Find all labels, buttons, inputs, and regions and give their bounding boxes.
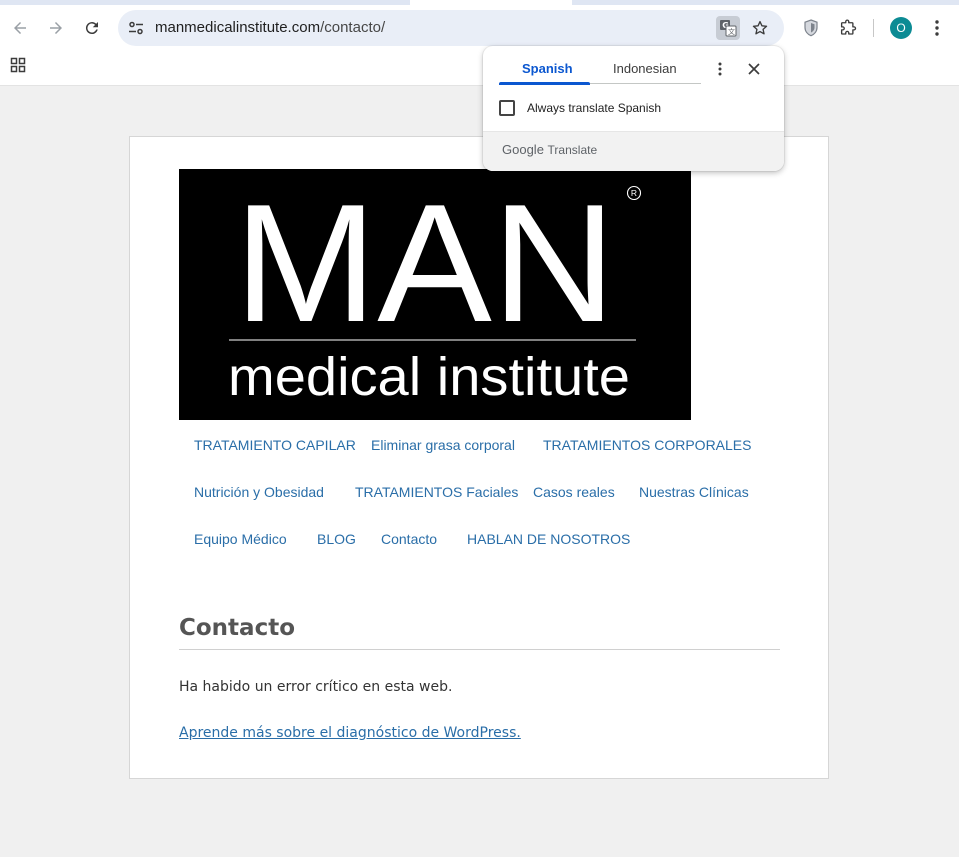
- brand-translate: Translate: [547, 143, 598, 157]
- tab-strip-edge: [0, 0, 410, 5]
- puzzle-icon: [840, 19, 857, 35]
- logo-brand-text: MAN: [234, 169, 616, 357]
- back-button[interactable]: [5, 13, 35, 43]
- address-bar[interactable]: manmedicalinstitute.com/contacto/ G 文: [118, 10, 784, 46]
- reload-button[interactable]: [77, 13, 107, 43]
- arrow-right-icon: [50, 22, 62, 34]
- forward-button[interactable]: [41, 13, 71, 43]
- translate-page-button[interactable]: G 文: [716, 16, 740, 40]
- extensions-button[interactable]: [836, 16, 860, 40]
- vertical-dots-icon: [718, 62, 722, 76]
- registered-letter: R: [631, 188, 637, 198]
- error-message: Ha habido un error crítico en esta web.: [179, 679, 453, 695]
- site-info-button[interactable]: [126, 18, 146, 38]
- arrow-left-icon: [14, 22, 26, 34]
- page-title: Contacto: [179, 615, 295, 641]
- translate-close-button[interactable]: [744, 59, 764, 79]
- translate-icon: G 文: [720, 20, 737, 37]
- url-text[interactable]: manmedicalinstitute.com/contacto/: [155, 19, 385, 36]
- menu-item-contacto[interactable]: Contacto: [381, 531, 437, 547]
- reload-icon: [85, 22, 98, 35]
- site-logo[interactable]: MAN R medical institute: [179, 169, 691, 420]
- menu-item-eliminar-grasa[interactable]: Eliminar grasa corporal: [371, 437, 515, 453]
- tab-indonesian[interactable]: Indonesian: [613, 61, 677, 76]
- menu-item-nuestras-clinicas[interactable]: Nuestras Clínicas: [639, 484, 749, 500]
- grid-icon: [10, 57, 26, 73]
- toolbar: manmedicalinstitute.com/contacto/ G 文 O: [0, 10, 959, 46]
- url-path: /contacto/: [320, 19, 386, 36]
- title-divider: [179, 649, 780, 650]
- page-card: MAN R medical institute TRATAMIENTO CAPI…: [129, 136, 829, 779]
- vertical-dots-icon: [935, 20, 939, 36]
- menu-item-casos-reales[interactable]: Casos reales: [533, 484, 615, 500]
- brand-google: Google: [502, 142, 544, 157]
- bookmark-button[interactable]: [748, 16, 772, 40]
- tab-spanish[interactable]: Spanish: [522, 61, 573, 76]
- google-translate-brand: Google Translate: [502, 142, 597, 157]
- menu-item-equipo-medico[interactable]: Equipo Médico: [194, 531, 287, 547]
- browser-menu-button[interactable]: [925, 16, 949, 40]
- toolbar-divider: [873, 19, 874, 37]
- logo-subtitle-text: medical institute: [228, 347, 630, 407]
- translate-popup: Spanish Indonesian Always translate Span…: [483, 46, 784, 171]
- close-icon: [748, 63, 760, 75]
- menu-item-nutricion[interactable]: Nutrición y Obesidad: [194, 484, 324, 500]
- always-translate-label: Always translate Spanish: [527, 101, 662, 115]
- menu-item-tratamientos-corporales[interactable]: TRATAMIENTOS CORPORALES: [543, 437, 751, 453]
- active-tab-indicator: [499, 82, 590, 85]
- apps-shortcut-button[interactable]: [10, 57, 26, 73]
- translate-options-button[interactable]: [710, 59, 730, 79]
- svg-text:文: 文: [728, 27, 735, 36]
- wordpress-diagnostics-link[interactable]: Aprende más sobre el diagnóstico de Word…: [179, 725, 521, 741]
- browser-chrome: manmedicalinstitute.com/contacto/ G 文 O: [0, 0, 959, 86]
- menu-item-hablan-de-nosotros[interactable]: HABLAN DE NOSOTROS: [467, 531, 630, 547]
- always-translate-checkbox[interactable]: [499, 100, 515, 116]
- menu-item-tratamiento-capilar[interactable]: TRATAMIENTO CAPILAR: [194, 437, 356, 453]
- logo-artwork: MAN R medical institute: [179, 169, 691, 420]
- shield-extension-button[interactable]: [799, 16, 823, 40]
- menu-item-tratamientos-faciales[interactable]: TRATAMIENTOS Faciales: [355, 484, 518, 500]
- tune-icon: [129, 21, 143, 35]
- menu-item-blog[interactable]: BLOG: [317, 531, 356, 547]
- shield-icon: [804, 19, 818, 37]
- tab-strip-edge: [572, 0, 959, 5]
- star-icon: [752, 20, 768, 35]
- profile-avatar[interactable]: O: [890, 17, 912, 39]
- url-domain: manmedicalinstitute.com: [155, 19, 321, 36]
